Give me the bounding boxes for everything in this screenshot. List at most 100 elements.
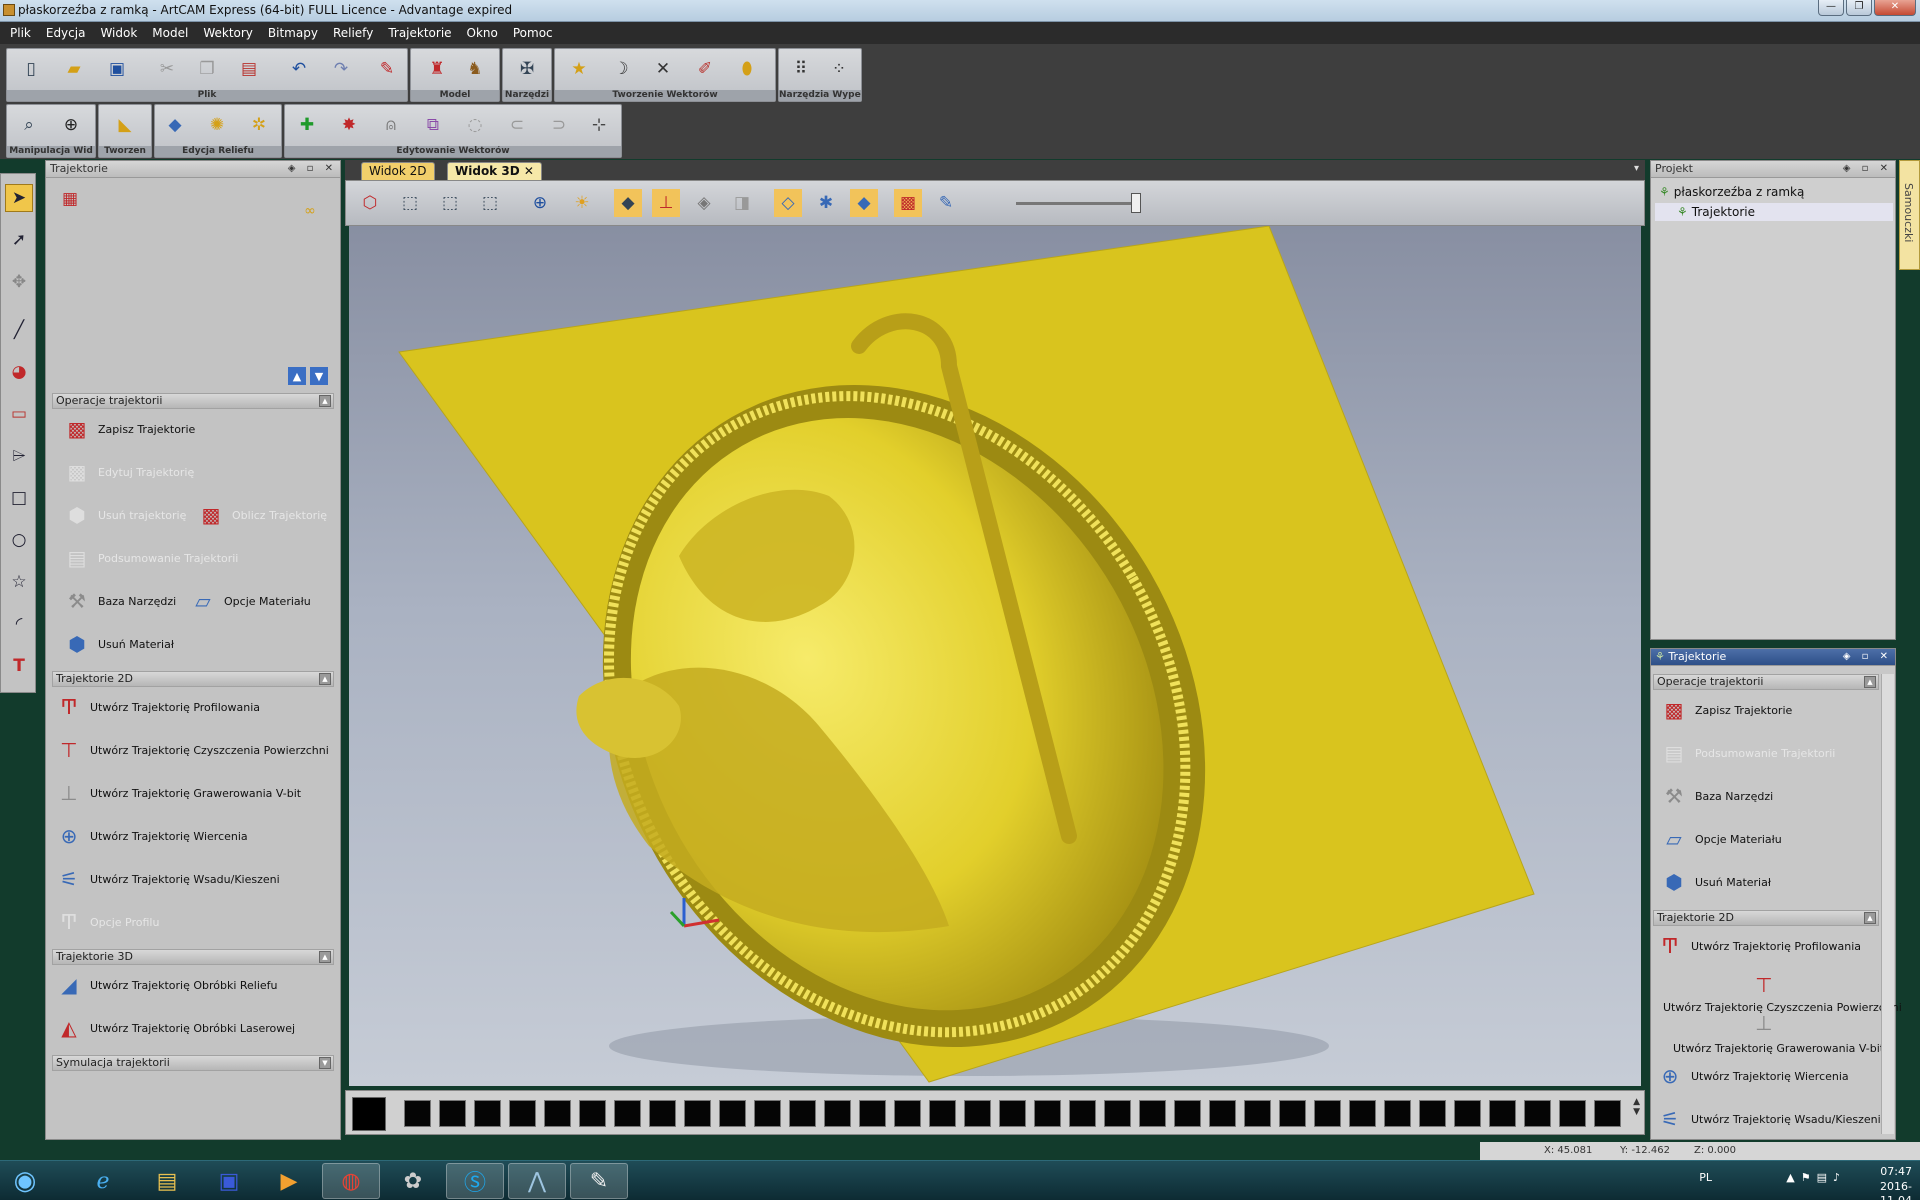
- section-symulacja[interactable]: Symulacja trajektorii ▼: [52, 1055, 334, 1071]
- weld-icon[interactable]: ✸: [335, 111, 363, 139]
- color-swatch[interactable]: [579, 1100, 606, 1127]
- panel-controls[interactable]: ◈ ▫ ✕: [288, 161, 337, 177]
- item-edytuj[interactable]: ▩ Edytuj Trajektorię: [60, 456, 195, 488]
- color-swatch[interactable]: [894, 1100, 921, 1127]
- slider-handle[interactable]: [1131, 193, 1141, 213]
- relief-plane-icon[interactable]: ◆: [161, 111, 189, 139]
- pen-icon[interactable]: ✐: [691, 55, 719, 83]
- tree-child[interactable]: ⚘ Trajektorie: [1655, 203, 1893, 221]
- internet-explorer-icon[interactable]: ℯ: [74, 1163, 132, 1199]
- bell-icon[interactable]: ⍝: [377, 111, 405, 139]
- collapse-icon[interactable]: ▲: [319, 673, 331, 685]
- color-swatch[interactable]: [859, 1100, 886, 1127]
- item-oblicz[interactable]: ▩ Oblicz Trajektorię: [194, 499, 327, 531]
- color-swatch[interactable]: [1349, 1100, 1376, 1127]
- color-swatch[interactable]: [1244, 1100, 1271, 1127]
- menu-widok[interactable]: Widok: [100, 26, 137, 40]
- material-icon[interactable]: ◆: [850, 189, 878, 217]
- menu-wektory[interactable]: Wektory: [203, 26, 253, 40]
- menu-pomoc[interactable]: Pomoc: [513, 26, 553, 40]
- collapse-icon[interactable]: ▲: [319, 395, 331, 407]
- primary-color-swatch[interactable]: [352, 1097, 386, 1131]
- item-laser[interactable]: ◭ Utwórz Trajektorię Obróbki Laserowej: [52, 1012, 295, 1044]
- iso-view-icon[interactable]: ⬡: [356, 189, 384, 217]
- color-swatch[interactable]: [1034, 1100, 1061, 1127]
- select-arrow-icon[interactable]: ➤: [5, 184, 33, 212]
- line-tool-icon[interactable]: ╱: [5, 316, 33, 344]
- right-item-zapisz[interactable]: ▩ Zapisz Trajektorie: [1657, 694, 1793, 726]
- palette-scroll-icon[interactable]: ▲ ▼: [1633, 1097, 1640, 1117]
- dropdown-icon[interactable]: ▾: [1634, 163, 1639, 174]
- light-icon[interactable]: ☀: [568, 189, 596, 217]
- color-swatch[interactable]: [1489, 1100, 1516, 1127]
- item-baza[interactable]: ⚒ Baza Narzędzi: [60, 585, 176, 617]
- move-down-icon[interactable]: ▼: [310, 367, 328, 385]
- shape-icon[interactable]: ⬮: [733, 55, 761, 83]
- top-view-icon[interactable]: ⬚: [476, 189, 504, 217]
- paint-tool-icon[interactable]: ◕: [5, 358, 33, 386]
- item-usun[interactable]: ⬢ Usuń trajektorię: [60, 499, 186, 531]
- brush-icon[interactable]: ✎: [932, 189, 960, 217]
- color-swatch[interactable]: [1104, 1100, 1131, 1127]
- explorer-icon[interactable]: ▤: [138, 1163, 196, 1199]
- front-view-icon[interactable]: ⬚: [396, 189, 424, 217]
- item-podsumowanie[interactable]: ▤ Podsumowanie Trajektorii: [60, 542, 239, 574]
- new-file-icon[interactable]: ▯: [17, 55, 45, 83]
- color-swatch[interactable]: [1419, 1100, 1446, 1127]
- area-clear-icon[interactable]: ⊤: [1747, 969, 1781, 1001]
- node-icon[interactable]: ✕: [649, 55, 677, 83]
- toolpath-render-icon[interactable]: ▩: [894, 189, 922, 217]
- model-icon[interactable]: ♜: [423, 55, 451, 83]
- open-folder-icon[interactable]: ▰: [60, 55, 88, 83]
- polyline-tool-icon[interactable]: ⌲: [5, 442, 33, 470]
- item-zapisz[interactable]: ▩ Zapisz Trajektorie: [60, 413, 196, 445]
- chrome-icon[interactable]: ◍: [322, 1163, 380, 1199]
- maximize-button[interactable]: ❐: [1846, 0, 1872, 16]
- color-swatch[interactable]: [754, 1100, 781, 1127]
- join-icon[interactable]: ⊃: [545, 111, 573, 139]
- right-panel-scrollbar[interactable]: [1881, 674, 1894, 1134]
- start-button-icon[interactable]: ◉: [0, 1163, 50, 1199]
- menu-plik[interactable]: Plik: [10, 26, 31, 40]
- slider-track[interactable]: [1016, 202, 1136, 205]
- text-tool-icon[interactable]: T: [5, 652, 33, 680]
- color-swatch[interactable]: [1314, 1100, 1341, 1127]
- language-indicator[interactable]: PL: [1699, 1171, 1712, 1185]
- save-app-icon[interactable]: ▣: [200, 1163, 258, 1199]
- menu-okno[interactable]: Okno: [467, 26, 498, 40]
- section-3d[interactable]: Trajektorie 3D ▲: [52, 949, 334, 965]
- item-wsad[interactable]: ⚟ Utwórz Trajektorię Wsadu/Kieszeni: [52, 863, 280, 895]
- panel-controls[interactable]: ◈ ▫ ✕: [1843, 161, 1892, 177]
- menu-bitmapy[interactable]: Bitmapy: [268, 26, 318, 40]
- color-swatch[interactable]: [1069, 1100, 1096, 1127]
- right-item-czyszczenie[interactable]: Utwórz Trajektorię Czyszczenia Powierzch…: [1663, 1001, 1902, 1014]
- gimp-icon[interactable]: ✿: [384, 1163, 442, 1199]
- color-swatch[interactable]: [824, 1100, 851, 1127]
- globe-icon[interactable]: ⊕: [57, 111, 85, 139]
- collapse-icon[interactable]: ▲: [1864, 912, 1876, 924]
- color-swatch[interactable]: [929, 1100, 956, 1127]
- fill-grid-icon[interactable]: ⠿: [787, 55, 815, 83]
- expand-icon[interactable]: ▼: [319, 1057, 331, 1069]
- color-swatch[interactable]: [1279, 1100, 1306, 1127]
- color-swatch[interactable]: [1174, 1100, 1201, 1127]
- tab-widok-2d[interactable]: Widok 2D: [361, 162, 435, 180]
- right-section-2d[interactable]: Trajektorie 2D ▲: [1653, 910, 1879, 926]
- group-icon[interactable]: ⧉: [419, 111, 447, 139]
- rectangle-tool-icon[interactable]: □: [5, 484, 33, 512]
- item-vbit[interactable]: ⊥ Utwórz Trajektorię Grawerowania V-bit: [52, 777, 301, 809]
- menu-trajektorie[interactable]: Trajektorie: [388, 26, 451, 40]
- close-button[interactable]: ✕: [1874, 0, 1916, 16]
- skype-icon[interactable]: Ⓢ: [446, 1163, 504, 1199]
- cut-icon[interactable]: ✂: [153, 55, 181, 83]
- media-player-icon[interactable]: ▶: [260, 1163, 318, 1199]
- color-swatch[interactable]: [474, 1100, 501, 1127]
- color-swatch[interactable]: [1139, 1100, 1166, 1127]
- zoom-icon[interactable]: ⊕: [526, 189, 554, 217]
- axes-icon[interactable]: ⊥: [652, 189, 680, 217]
- close-tab-icon[interactable]: ✕: [524, 164, 534, 178]
- right-item-podsumowanie[interactable]: ▤ Podsumowanie Trajektorii: [1657, 737, 1836, 769]
- item-relief[interactable]: ◢ Utwórz Trajektorię Obróbki Reliefu: [52, 969, 277, 1001]
- section-operacje[interactable]: Operacje trajektorii ▲: [52, 393, 334, 409]
- collapse-icon[interactable]: ▲: [1864, 676, 1876, 688]
